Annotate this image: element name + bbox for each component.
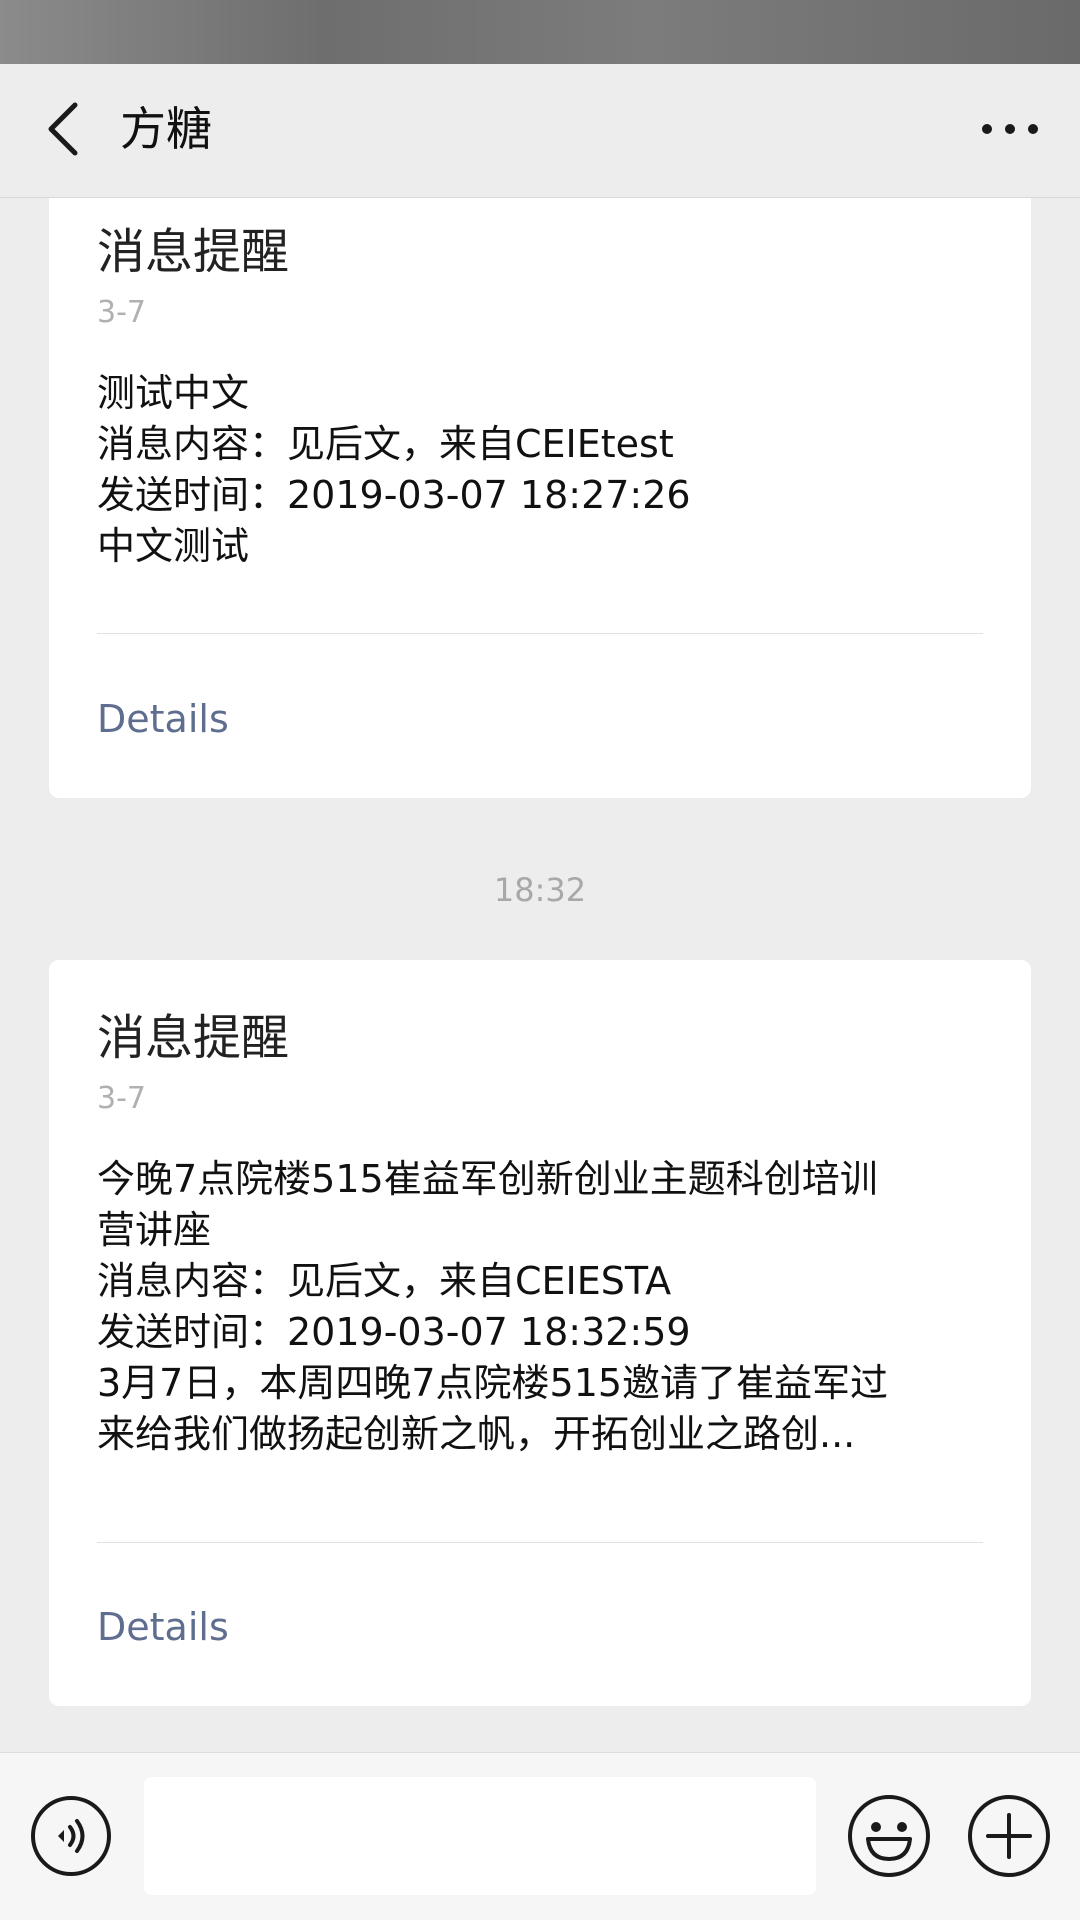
status-bar (0, 0, 1080, 64)
message-title: 消息提醒 (97, 1010, 290, 1066)
message-line: 消息内容：见后文，来自CEIEtest (97, 422, 674, 466)
message-card[interactable]: 消息提醒 3-7 今晚7点院楼515崔益军创新创业主题科创培训 营讲座 消息内容… (49, 960, 1031, 1706)
message-line: 营讲座 (97, 1208, 212, 1252)
message-line: 今晚7点院楼515崔益军创新创业主题科创培训 (97, 1157, 878, 1201)
message-input[interactable] (144, 1777, 816, 1895)
message-line: 中文测试 (97, 524, 250, 568)
chat-area[interactable]: 消息提醒 3-7 测试中文 消息内容：见后文，来自CEIEtest 发送时间：2… (0, 198, 1080, 1752)
card-divider (97, 633, 983, 634)
message-body: 测试中文 消息内容：见后文，来自CEIEtest 发送时间：2019-03-07… (97, 368, 987, 572)
message-date: 3-7 (97, 295, 146, 330)
message-body: 今晚7点院楼515崔益军创新创业主题科创培训 营讲座 消息内容：见后文，来自CE… (97, 1154, 987, 1460)
voice-icon (31, 1796, 111, 1876)
plus-button[interactable] (966, 1793, 1052, 1879)
details-link[interactable]: Details (97, 1602, 229, 1652)
more-button[interactable] (970, 94, 1050, 164)
voice-button[interactable] (30, 1795, 112, 1877)
plus-icon (968, 1795, 1050, 1877)
nav-bar: 方糖 (0, 64, 1080, 198)
message-card[interactable]: 消息提醒 3-7 测试中文 消息内容：见后文，来自CEIEtest 发送时间：2… (49, 198, 1031, 798)
message-line: 3月7日，本周四晚7点院楼515邀请了崔益军过 (97, 1361, 889, 1405)
chat-title: 方糖 (120, 102, 212, 156)
message-line: 发送时间：2019-03-07 18:32:59 (97, 1310, 691, 1354)
message-title: 消息提醒 (97, 224, 290, 280)
details-link[interactable]: Details (97, 694, 229, 744)
message-line: 消息内容：见后文，来自CEIESTA (97, 1259, 672, 1303)
emoji-icon (848, 1795, 930, 1877)
message-line: 来给我们做扬起创新之帆，开拓创业之路创... (97, 1412, 856, 1456)
timestamp-divider: 18:32 (493, 871, 587, 909)
message-line: 发送时间：2019-03-07 18:27:26 (97, 473, 691, 517)
message-date: 3-7 (97, 1081, 146, 1116)
card-divider (97, 1542, 983, 1543)
more-dots-icon (982, 124, 1038, 134)
back-chevron-icon (48, 102, 78, 156)
input-bar (0, 1752, 1080, 1920)
message-line: 测试中文 (97, 371, 250, 415)
emoji-button[interactable] (846, 1793, 932, 1879)
back-button[interactable] (28, 94, 98, 164)
